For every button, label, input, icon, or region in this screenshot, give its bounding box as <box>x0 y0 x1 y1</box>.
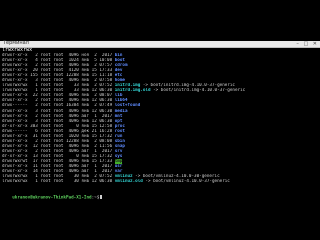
prompt-path: :~$ <box>91 195 100 201</box>
close-icon[interactable]: ✕ <box>313 41 317 47</box>
symlink-arrow: -> <box>150 88 161 94</box>
window-controls: – □ ✕ <box>293 41 317 47</box>
group: root <box>53 179 64 185</box>
window-title: Терминал <box>3 40 29 46</box>
file-name: vmlinuz.old <box>114 179 143 185</box>
directory-listing: drwxr-xr-x 2 root root 4096 ноя 2 2017 b… <box>2 53 318 184</box>
time: 06:30 <box>99 179 113 185</box>
listing-row: lrwxrwxrwx 1 root root 30 янв 12 06:30 v… <box>2 179 318 184</box>
terminal-screen[interactable]: Терминал – □ ✕ lrwxrwxrwx drwxr-xr-x 2 r… <box>0 0 320 240</box>
window-titlebar[interactable]: Терминал – □ ✕ <box>0 40 320 48</box>
symlink-target: boot/vmlinuz-4.10.0-37-generic <box>153 179 230 185</box>
owner: root <box>40 179 51 185</box>
minimize-icon[interactable]: – <box>296 41 299 47</box>
prompt-user-host: ukranov@ukranov-ThinkPad-X1-Ind <box>12 195 92 201</box>
symlink-arrow: -> <box>142 179 154 185</box>
permissions: lrwxrwxrwx <box>2 179 28 185</box>
symlink-target: boot/initrd.img-4.10.0-37-generic <box>160 88 246 94</box>
month: янв <box>81 179 90 185</box>
maximize-icon[interactable]: □ <box>303 41 308 47</box>
text-cursor <box>100 195 103 199</box>
shell-prompt[interactable]: ukranov@ukranov-ThinkPad-X1-Ind:~$ <box>2 190 103 206</box>
